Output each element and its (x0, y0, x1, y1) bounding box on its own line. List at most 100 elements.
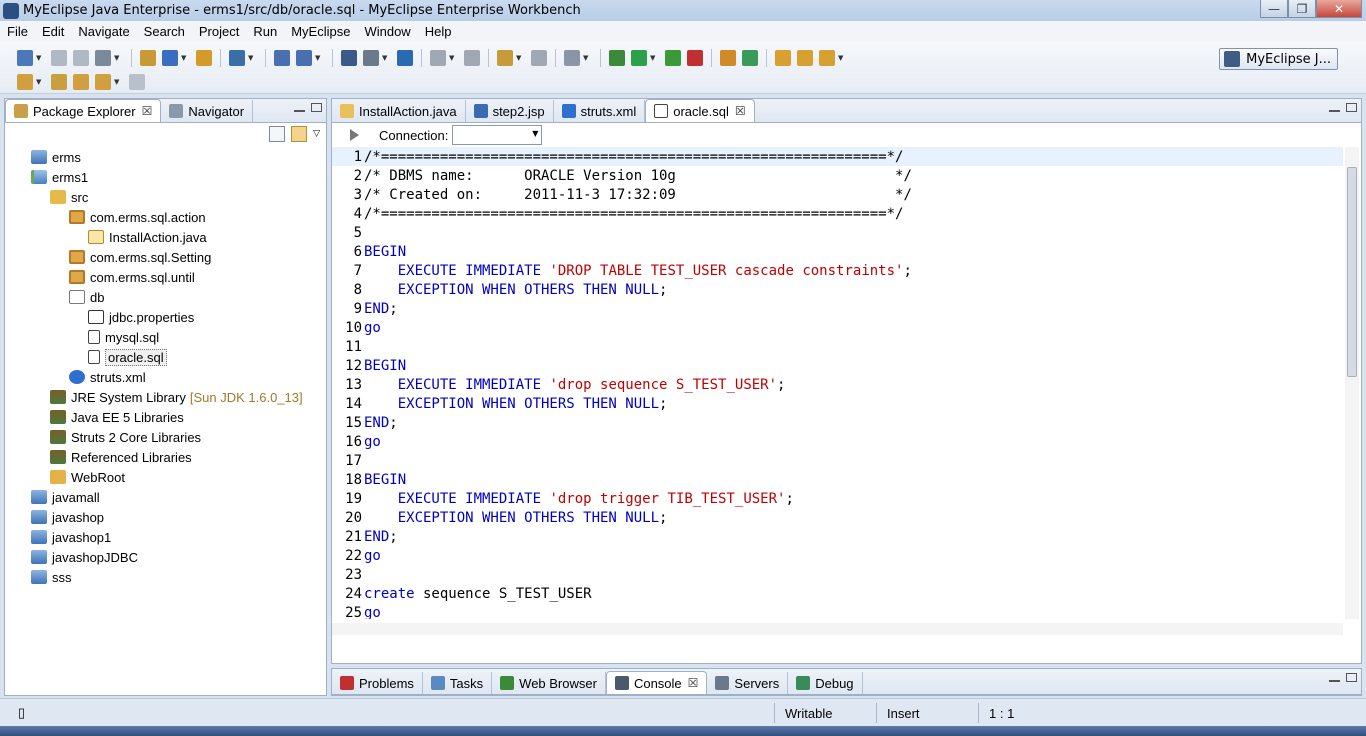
menu-edit[interactable]: Edit (35, 24, 71, 39)
new-web-project-icon[interactable] (140, 50, 156, 66)
connection-select[interactable] (452, 125, 543, 145)
close-tab-icon[interactable]: ☒ (735, 104, 746, 118)
chevron-down-icon[interactable]: ▼ (36, 78, 44, 86)
new-java-class-icon[interactable] (497, 50, 513, 66)
code-line[interactable]: 13 EXECUTE IMMEDIATE 'drop sequence S_TE… (332, 375, 1343, 394)
code-line[interactable]: 4/*=====================================… (332, 204, 1343, 223)
run-icon[interactable] (631, 50, 647, 66)
tree-item[interactable]: db (69, 287, 104, 307)
perspective-switcher[interactable]: MyEclipse J... (1219, 48, 1338, 70)
web-browser-icon[interactable] (397, 50, 413, 66)
maximize-button[interactable]: ❐ (1288, 0, 1316, 18)
back-icon[interactable] (95, 74, 111, 90)
code-line[interactable]: 18 BEGIN (332, 470, 1343, 489)
new-ejb-icon[interactable] (162, 50, 178, 66)
tab-step2-jsp[interactable]: step2.jsp (466, 100, 554, 122)
code-line[interactable]: 5 (332, 223, 1343, 242)
close-tab-icon[interactable]: ☒ (688, 676, 699, 690)
menu-file[interactable]: File (0, 24, 35, 39)
tree-item[interactable]: com.erms.sql.Setting (69, 247, 211, 267)
minimize-button[interactable]: — (1260, 0, 1288, 18)
new-jsp-icon[interactable] (196, 50, 212, 66)
code-line[interactable]: 8 EXCEPTION WHEN OTHERS THEN NULL; (332, 280, 1343, 299)
back-icon[interactable] (430, 50, 446, 66)
debug-icon[interactable] (609, 50, 625, 66)
tree-item[interactable]: erms (31, 147, 81, 167)
tree-item[interactable]: javashopJDBC (31, 547, 138, 567)
tab-problems[interactable]: Problems (332, 672, 423, 694)
tab-tasks[interactable]: Tasks (423, 672, 493, 694)
code-line[interactable]: 17 (332, 451, 1343, 470)
next-annotation-icon[interactable] (17, 74, 33, 90)
forward-icon[interactable] (129, 74, 145, 90)
tab-servers[interactable]: Servers (707, 672, 789, 694)
code-line[interactable]: 11 (332, 337, 1343, 356)
tab-debug[interactable]: Debug (788, 672, 863, 694)
chevron-down-icon[interactable]: ▼ (449, 54, 457, 62)
menu-run[interactable]: Run (246, 24, 284, 39)
tree-item[interactable]: Struts 2 Core Libraries (50, 427, 201, 447)
tab-web-browser[interactable]: Web Browser (492, 672, 606, 694)
minimize-view-icon[interactable] (1329, 109, 1340, 112)
maximize-view-icon[interactable] (1346, 103, 1357, 112)
open-folder-icon[interactable] (775, 50, 791, 66)
previous-annotation-icon[interactable] (51, 74, 67, 90)
save-all-icon[interactable] (73, 50, 89, 66)
stop-icon[interactable] (687, 50, 703, 66)
chevron-down-icon[interactable]: ▼ (181, 54, 189, 62)
tree-item[interactable]: JRE System Library [Sun JDK 1.6.0_13] (50, 387, 303, 407)
server-icon[interactable] (363, 50, 379, 66)
code-line[interactable]: 15 END; (332, 413, 1343, 432)
code-line[interactable]: 24 create sequence S_TEST_USER (332, 584, 1343, 603)
tab-navigator[interactable]: Navigator (161, 100, 254, 122)
tab-struts-xml[interactable]: struts.xml (554, 100, 646, 122)
maximize-view-icon[interactable] (1346, 673, 1357, 682)
search-icon[interactable] (274, 50, 290, 66)
code-line[interactable]: 23 (332, 565, 1343, 584)
code-line[interactable]: 9 END; (332, 299, 1343, 318)
tree-item[interactable]: sss (31, 567, 72, 587)
chevron-down-icon[interactable]: ▼ (114, 54, 122, 62)
chevron-down-icon[interactable]: ▼ (315, 54, 323, 62)
save-icon[interactable] (51, 50, 67, 66)
chevron-down-icon[interactable]: ▼ (516, 54, 524, 62)
menu-project[interactable]: Project (192, 24, 246, 39)
code-line[interactable]: 12 BEGIN (332, 356, 1343, 375)
code-line[interactable]: 1/*=====================================… (332, 147, 1343, 166)
tree-item[interactable]: struts.xml (69, 367, 146, 387)
close-window-button[interactable]: ✕ (1316, 0, 1362, 18)
sql-code-area[interactable]: 1/*=====================================… (332, 147, 1343, 619)
tree-item[interactable]: WebRoot (50, 467, 125, 487)
print-icon[interactable] (95, 50, 111, 66)
tree-item[interactable]: InstallAction.java (88, 227, 207, 247)
tool-icon[interactable] (819, 50, 835, 66)
code-line[interactable]: 7 EXECUTE IMMEDIATE 'DROP TABLE TEST_USE… (332, 261, 1343, 280)
code-line[interactable]: 3/* Created on: 2011-11-3 17:32:09 */ (332, 185, 1343, 204)
chevron-down-icon[interactable]: ▼ (36, 54, 44, 62)
tab-console[interactable]: Console ☒ (605, 671, 708, 694)
code-line[interactable]: 19 EXECUTE IMMEDIATE 'drop trigger TIB_T… (332, 489, 1343, 508)
editor-horizontal-scrollbar[interactable] (332, 623, 1343, 635)
view-menu-icon[interactable]: ▽ (313, 129, 320, 139)
last-edit-icon[interactable] (73, 74, 89, 90)
menu-help[interactable]: Help (418, 24, 459, 39)
code-line[interactable]: 14 EXCEPTION WHEN OTHERS THEN NULL; (332, 394, 1343, 413)
console-toolbar-icon[interactable] (564, 50, 580, 66)
code-line[interactable]: 16 go (332, 432, 1343, 451)
menu-window[interactable]: Window (357, 24, 417, 39)
chevron-down-icon[interactable]: ▼ (838, 54, 846, 62)
chevron-down-icon[interactable]: ▼ (382, 54, 390, 62)
refresh-icon[interactable] (742, 50, 758, 66)
tree-item[interactable]: Referenced Libraries (50, 447, 192, 467)
tab-oracle-sql[interactable]: oracle.sql ☒ (645, 99, 755, 122)
tree-item[interactable]: com.erms.sql.until (69, 267, 195, 287)
code-line[interactable]: 6 BEGIN (332, 242, 1343, 261)
fast-view-icon[interactable]: ▯ (8, 703, 32, 723)
chevron-down-icon[interactable]: ▼ (248, 54, 256, 62)
tree-item[interactable]: javashop1 (31, 527, 111, 547)
open-type-icon[interactable] (229, 50, 245, 66)
collapse-all-icon[interactable] (269, 126, 286, 142)
code-line[interactable]: 2/* DBMS name: ORACLE Version 10g */ (332, 166, 1343, 185)
close-tab-icon[interactable]: ☒ (142, 104, 153, 118)
tree-item[interactable]: com.erms.sql.action (69, 207, 206, 227)
